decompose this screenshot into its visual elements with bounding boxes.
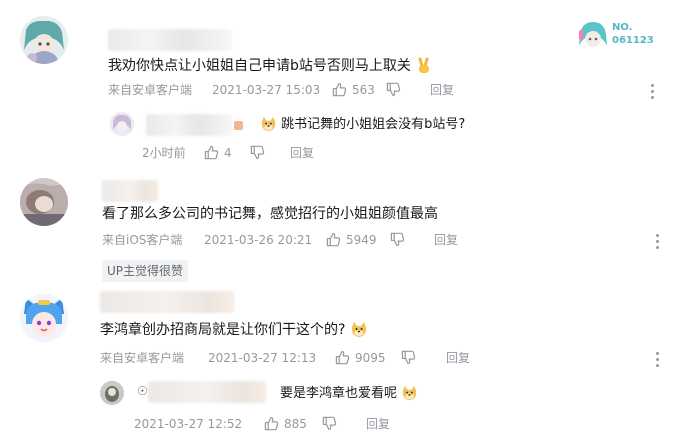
reply-button[interactable]: 回复: [430, 82, 454, 98]
reply-body: 跳书记舞的小姐姐会没有b站号?: [281, 117, 466, 132]
more-menu-icon[interactable]: [651, 84, 655, 102]
avatar[interactable]: [20, 178, 68, 226]
username-blurred[interactable]: [108, 29, 232, 51]
dislike-icon[interactable]: [322, 416, 337, 431]
comment-time: 2021-03-26 20:21: [204, 233, 313, 247]
comment-meta: 来自安卓客户端 2021-03-27 12:13 9095 回复: [100, 350, 500, 366]
like-icon[interactable]: [264, 416, 279, 431]
comment-text: 李鸿章创办招商局就是让你们干这个的?: [100, 320, 368, 340]
reply-text: 要是李鸿章也爱看呢: [280, 385, 418, 403]
comment-source: 来自iOS客户端: [102, 233, 183, 247]
like-icon[interactable]: [332, 82, 347, 97]
comment-text: 我劝你快点让小姐姐自己申请b站号否则马上取关: [108, 56, 433, 76]
reply-username-initial-icon: ☉: [137, 384, 148, 398]
like-count: 563: [352, 83, 375, 97]
reply-meta: 2小时前 4 回复: [142, 145, 382, 161]
comment-source: 来自安卓客户端: [108, 83, 193, 97]
reply-time: 2021-03-27 12:52: [134, 417, 243, 431]
like-count: 9095: [355, 351, 386, 365]
doge-emoji-icon: [351, 322, 367, 337]
avatar[interactable]: [20, 16, 68, 64]
comment-source: 来自安卓客户端: [100, 351, 185, 365]
badge-character-icon: [579, 22, 607, 47]
reply-meta: 2021-03-27 12:52 885 回复: [134, 416, 434, 432]
reply-button[interactable]: 回复: [290, 145, 314, 161]
like-count: 885: [284, 417, 307, 431]
reply-username-blurred[interactable]: [146, 114, 232, 136]
more-menu-icon[interactable]: [656, 234, 660, 252]
dislike-icon[interactable]: [390, 232, 405, 247]
reply-time: 2小时前: [142, 146, 186, 160]
reply-username-blurred[interactable]: [148, 381, 266, 403]
more-menu-icon[interactable]: [656, 352, 660, 370]
badge-label: NO.: [612, 22, 633, 33]
like-count: 4: [224, 146, 232, 160]
like-count: 5949: [346, 233, 377, 247]
dislike-icon[interactable]: [250, 145, 265, 160]
comment-time: 2021-03-27 15:03: [212, 83, 321, 97]
comment-text: 看了那么多公司的书记舞，感觉招行的小姐姐颜值最高: [102, 206, 438, 222]
dislike-icon[interactable]: [386, 82, 401, 97]
dislike-icon[interactable]: [401, 350, 416, 365]
reply-body: 要是李鸿章也爱看呢: [280, 386, 398, 401]
avatar[interactable]: [20, 294, 68, 342]
badge-number: 061123: [612, 35, 654, 46]
like-icon[interactable]: [335, 350, 350, 365]
reply-button[interactable]: 回复: [434, 232, 458, 248]
comment-time: 2021-03-27 12:13: [208, 351, 317, 365]
like-icon[interactable]: [326, 232, 341, 247]
victory-hand-emoji-icon: [418, 57, 430, 73]
up-liked-tag: UP主觉得很赞: [102, 260, 189, 282]
reply-text: 跳书记舞的小姐姐会没有b站号?: [260, 116, 465, 134]
reply-button[interactable]: 回复: [446, 350, 470, 366]
comment-body: 李鸿章创办招商局就是让你们干这个的?: [100, 322, 346, 338]
comment-meta: 来自iOS客户端 2021-03-26 20:21 5949 回复: [102, 232, 482, 248]
username-blurred[interactable]: [102, 180, 158, 202]
comment-meta: 来自安卓客户端 2021-03-27 15:03 563 回复: [108, 82, 658, 98]
like-icon[interactable]: [204, 145, 219, 160]
reply-avatar[interactable]: [100, 381, 124, 405]
doge-emoji-icon: [261, 116, 276, 132]
comment-body: 我劝你快点让小姐姐自己申请b站号否则马上取关: [108, 58, 411, 74]
username-blurred[interactable]: [100, 291, 234, 313]
level-badge: [234, 121, 243, 130]
doge-emoji-icon: [402, 385, 417, 401]
reply-avatar[interactable]: [110, 112, 134, 136]
reply-button[interactable]: 回复: [366, 416, 390, 432]
fan-badge: NO. 061123: [576, 18, 654, 54]
